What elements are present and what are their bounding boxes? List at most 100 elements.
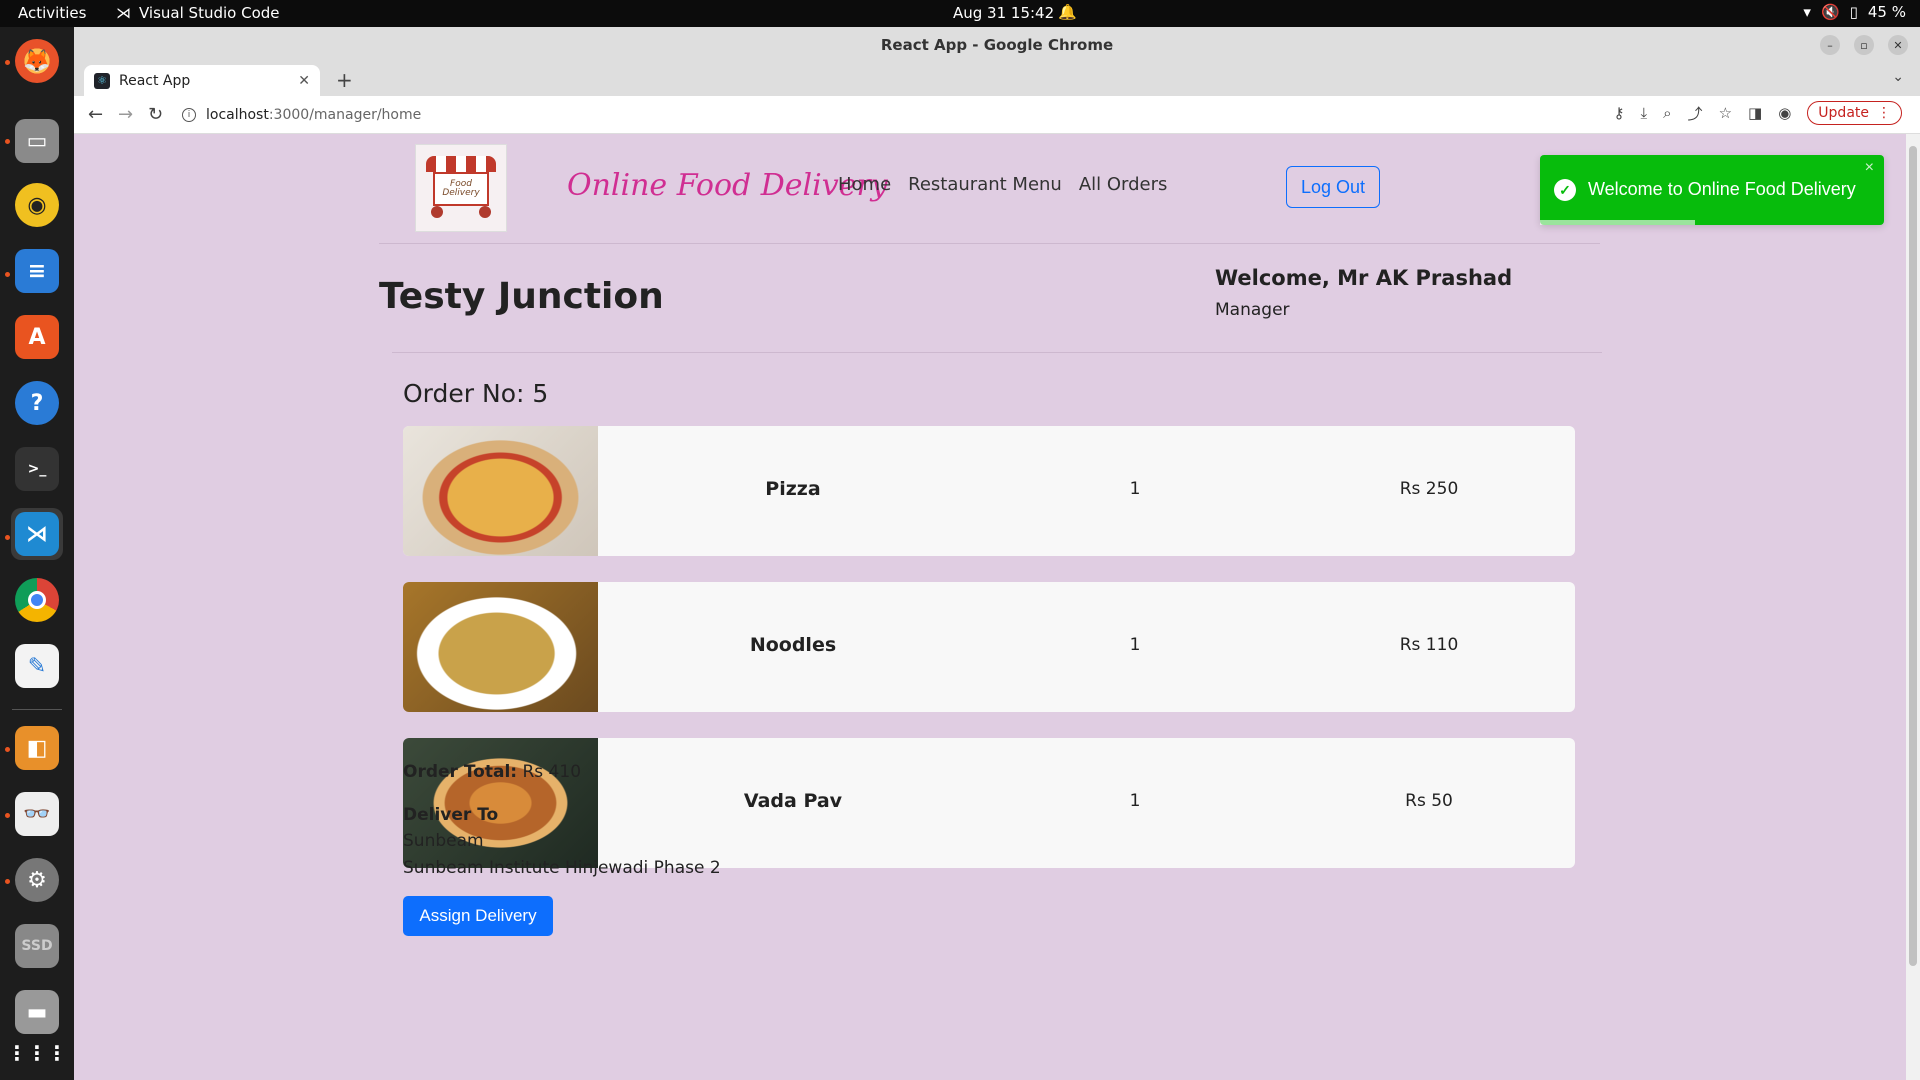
window-titlebar: React App - Google Chrome – ▫ ✕ [74, 27, 1920, 63]
success-check-icon: ✓ [1554, 179, 1576, 201]
tab-title: React App [119, 72, 191, 89]
order-item-card: Pizza 1 Rs 250 [403, 426, 1575, 556]
order-total-label: Order Total: [403, 762, 518, 782]
settings-icon[interactable]: ⚙ [11, 854, 63, 906]
tab-react-app[interactable]: ⚛ React App ✕ [84, 65, 320, 96]
site-navbar: Food Delivery Online Food Delivery Home … [379, 134, 1600, 244]
site-info-icon[interactable]: i [182, 108, 196, 122]
toast-message: Welcome to Online Food Delivery [1588, 179, 1856, 199]
noodles-image [403, 582, 598, 712]
app-center-icon[interactable]: A [11, 311, 63, 363]
active-app-label: Visual Studio Code [139, 4, 280, 22]
clock[interactable]: Aug 31 15:42 [953, 4, 1054, 22]
impress-icon[interactable]: ◧ [11, 722, 63, 774]
window-title: React App - Google Chrome [880, 36, 1114, 54]
pizza-image [403, 426, 598, 556]
zoom-icon[interactable]: ⌕ [1663, 104, 1671, 122]
active-app-menu[interactable]: ⋊ Visual Studio Code [116, 4, 280, 22]
item-qty: 1 [1129, 791, 1141, 811]
vscode-dock-icon[interactable]: ⋊ [11, 508, 63, 560]
key-icon[interactable]: ⚷ [1614, 104, 1625, 122]
scrollbar-thumb[interactable] [1909, 146, 1917, 966]
section-divider [392, 352, 1602, 353]
welcome-toast[interactable]: ✓ Welcome to Online Food Delivery × [1540, 155, 1884, 225]
page-scrollbar[interactable] [1906, 134, 1920, 1080]
back-icon[interactable]: ← [88, 104, 103, 125]
vscode-icon: ⋊ [116, 4, 131, 22]
item-price: Rs 250 [1399, 479, 1459, 499]
order-number: Order No: 5 [403, 379, 549, 408]
user-role: Manager [1215, 300, 1290, 320]
close-window-icon[interactable]: ✕ [1888, 35, 1908, 55]
install-icon[interactable]: ⤓ [1641, 104, 1648, 122]
page-viewport: Food Delivery Online Food Delivery Home … [74, 134, 1920, 1080]
nav-restaurant-menu-link[interactable]: Restaurant Menu [908, 174, 1062, 195]
share-icon[interactable]: ⤴ [1688, 103, 1703, 124]
food-delivery-logo[interactable]: Food Delivery [415, 144, 507, 232]
firefox-icon[interactable]: 🦊 [11, 35, 63, 87]
volume-muted-icon: 🔇 [1820, 3, 1840, 21]
item-qty: 1 [1129, 635, 1141, 655]
minimize-icon[interactable]: – [1820, 35, 1840, 55]
deliver-address: Sunbeam Institute Hinjewadi Phase 2 [403, 858, 721, 878]
update-button[interactable]: Update ⋮ [1807, 101, 1902, 125]
reload-icon[interactable]: ↻ [148, 104, 163, 125]
forward-icon[interactable]: → [118, 104, 133, 125]
battery-icon: ▯ [1849, 3, 1858, 21]
profile-avatar[interactable]: ◉ [1778, 104, 1791, 122]
url-path: :3000/manager/home [268, 107, 422, 123]
logout-button[interactable]: Log Out [1286, 166, 1380, 208]
new-tab-icon[interactable]: + [336, 68, 353, 92]
order-total: Order Total: Rs 410 [403, 762, 581, 782]
item-price: Rs 50 [1405, 791, 1453, 811]
document-viewer-icon[interactable]: 👓 [11, 788, 63, 840]
app-grid-icon[interactable]: ⋮⋮⋮ [7, 1027, 67, 1079]
close-tab-icon[interactable]: ✕ [298, 73, 310, 89]
activities-button[interactable]: Activities [18, 4, 86, 22]
dock: 🦊 ▭ ◉ ≡ A ? >_ ⋊ ✎ ◧ 👓 ⚙ SSD ▬ ⋮⋮⋮ [0, 27, 74, 1080]
files-icon[interactable]: ▭ [11, 115, 63, 167]
system-tray[interactable]: ▾ 🔇 ▯ 45 % [1803, 3, 1906, 21]
url-host: localhost [206, 107, 269, 123]
item-price: Rs 110 [1399, 635, 1459, 655]
menu-dots-icon: ⋮ [1877, 105, 1891, 121]
item-name: Vada Pav [743, 790, 843, 812]
item-qty: 1 [1129, 479, 1141, 499]
item-name: Noodles [749, 634, 837, 656]
system-top-bar: Activities ⋊ Visual Studio Code Aug 31 1… [0, 0, 1920, 27]
restaurant-name: Testy Junction [379, 276, 664, 317]
nav-home-link[interactable]: Home [838, 174, 891, 195]
text-editor-icon[interactable]: ✎ [11, 640, 63, 692]
deliver-to-label: Deliver To [403, 805, 499, 825]
order-total-value: Rs 410 [522, 762, 582, 782]
bookmark-star-icon[interactable]: ☆ [1719, 104, 1732, 122]
address-bar[interactable]: i localhost:3000/manager/home [182, 101, 1642, 129]
toast-close-icon[interactable]: × [1865, 159, 1874, 177]
wifi-icon: ▾ [1803, 3, 1811, 21]
notification-bell-icon: 🔔 [1058, 3, 1077, 21]
tab-search-icon[interactable]: ⌄ [1892, 69, 1904, 85]
help-icon[interactable]: ? [11, 377, 63, 429]
order-item-card: Noodles 1 Rs 110 [403, 582, 1575, 712]
chrome-window: React App - Google Chrome – ▫ ✕ ⚛ React … [74, 27, 1920, 1080]
update-label: Update [1818, 105, 1869, 121]
maximize-icon[interactable]: ▫ [1854, 35, 1874, 55]
chrome-icon[interactable] [11, 574, 63, 626]
ssd-drive-icon[interactable]: SSD [11, 920, 63, 972]
tab-strip: ⚛ React App ✕ + ⌄ [74, 63, 1920, 96]
browser-toolbar: ← → ↻ i localhost:3000/manager/home ⚷ ⤓ … [74, 96, 1920, 134]
rhythmbox-icon[interactable]: ◉ [11, 179, 63, 231]
writer-icon[interactable]: ≡ [11, 245, 63, 297]
welcome-user: Welcome, Mr AK Prashad [1215, 266, 1513, 290]
deliver-name: Sunbeam [403, 831, 484, 851]
item-name: Pizza [765, 478, 821, 500]
nav-all-orders-link[interactable]: All Orders [1079, 174, 1168, 195]
react-favicon-icon: ⚛ [94, 72, 110, 89]
order-item-card: Vada Pav 1 Rs 50 [403, 738, 1575, 868]
terminal-icon[interactable]: >_ [11, 443, 63, 495]
battery-percent: 45 % [1867, 3, 1906, 21]
side-panel-icon[interactable]: ◨ [1748, 104, 1762, 122]
toast-progress-bar [1540, 220, 1695, 225]
logo-text: Food Delivery [433, 172, 489, 206]
assign-delivery-button[interactable]: Assign Delivery [403, 896, 553, 936]
